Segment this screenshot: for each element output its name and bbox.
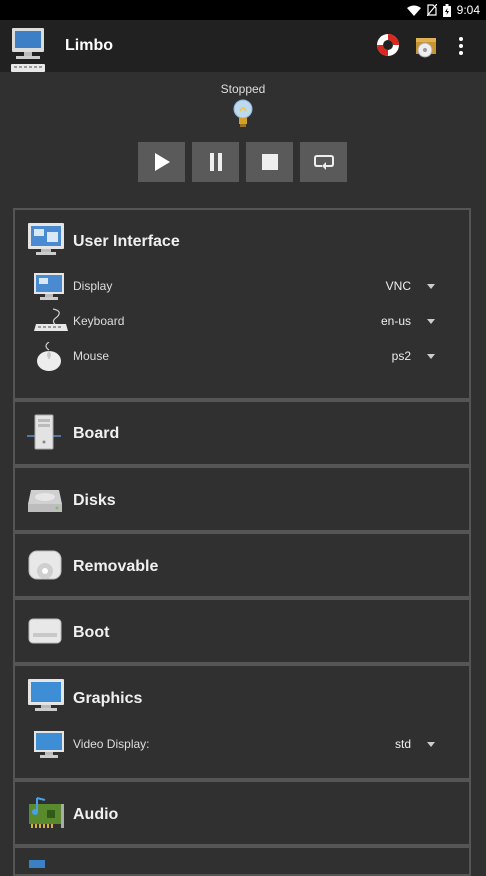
disks-title: Disks: [73, 492, 116, 509]
boot-title: Boot: [73, 624, 110, 641]
audio-section[interactable]: Audio: [13, 780, 471, 846]
vm-status-label: Stopped: [220, 82, 266, 96]
no-sim-icon: [426, 4, 437, 16]
removable-drive-icon: [28, 550, 62, 580]
help-lifebuoy-icon[interactable]: [375, 32, 401, 58]
display-value[interactable]: VNC: [386, 279, 411, 293]
keyboard-row[interactable]: Keyboard en-us: [15, 305, 469, 339]
video-display-icon: [34, 731, 64, 758]
app-title: Limbo: [65, 37, 113, 54]
install-package-icon[interactable]: [414, 32, 440, 58]
network-icon: [29, 860, 45, 868]
removable-title: Removable: [73, 558, 159, 575]
board-section[interactable]: Board: [13, 400, 471, 466]
pause-icon: [209, 153, 222, 171]
keyboard-icon: [34, 308, 68, 331]
boot-section[interactable]: Boot: [13, 598, 471, 664]
graphics-section[interactable]: Graphics Video Display: std: [13, 664, 471, 780]
restart-icon: [313, 155, 334, 170]
pause-vm-button[interactable]: [192, 142, 239, 182]
video-display-label: Video Display:: [73, 737, 150, 751]
stop-vm-button[interactable]: [246, 142, 293, 182]
video-display-dropdown-icon[interactable]: [427, 742, 435, 747]
graphics-title: Graphics: [73, 690, 143, 707]
keyboard-value[interactable]: en-us: [381, 314, 411, 328]
overflow-menu-icon[interactable]: [455, 36, 467, 56]
restart-vm-button[interactable]: [300, 142, 347, 182]
app-bar: Limbo: [0, 20, 486, 72]
lightbulb-icon: [233, 99, 253, 127]
mouse-label: Mouse: [73, 349, 110, 363]
display-icon: [34, 273, 64, 300]
disks-section[interactable]: Disks: [13, 466, 471, 532]
status-bar: 9:04: [0, 0, 486, 20]
graphics-monitor-icon: [28, 679, 64, 711]
start-vm-button[interactable]: [138, 142, 185, 182]
removable-section[interactable]: Removable: [13, 532, 471, 598]
audio-title: Audio: [73, 806, 119, 823]
boot-drive-icon: [28, 618, 62, 644]
keyboard-label: Keyboard: [73, 314, 125, 328]
mouse-value[interactable]: ps2: [392, 349, 411, 363]
app-logo-icon: [11, 28, 45, 72]
board-tower-icon: [27, 414, 61, 450]
user-interface-icon: [28, 223, 64, 255]
user-interface-title: User Interface: [73, 233, 180, 250]
wifi-icon: [406, 5, 421, 16]
stop-icon: [261, 154, 278, 170]
play-icon: [154, 153, 170, 171]
board-title: Board: [73, 425, 120, 442]
sound-card-icon: [29, 797, 64, 828]
keyboard-dropdown-icon[interactable]: [427, 319, 435, 324]
hard-disk-icon: [28, 490, 62, 512]
video-display-row[interactable]: Video Display: std: [15, 728, 469, 762]
display-row[interactable]: Display VNC: [15, 270, 469, 304]
display-dropdown-icon[interactable]: [427, 284, 435, 289]
next-section-partial[interactable]: [13, 846, 471, 876]
mouse-dropdown-icon[interactable]: [427, 354, 435, 359]
user-interface-section[interactable]: User Interface Display VNC Keyboard en-u…: [13, 208, 471, 400]
display-label: Display: [73, 279, 113, 293]
battery-icon: [442, 3, 451, 17]
video-display-value[interactable]: std: [395, 737, 411, 751]
clock: 9:04: [456, 3, 480, 17]
mouse-row[interactable]: Mouse ps2: [15, 340, 469, 374]
mouse-icon: [37, 342, 61, 371]
